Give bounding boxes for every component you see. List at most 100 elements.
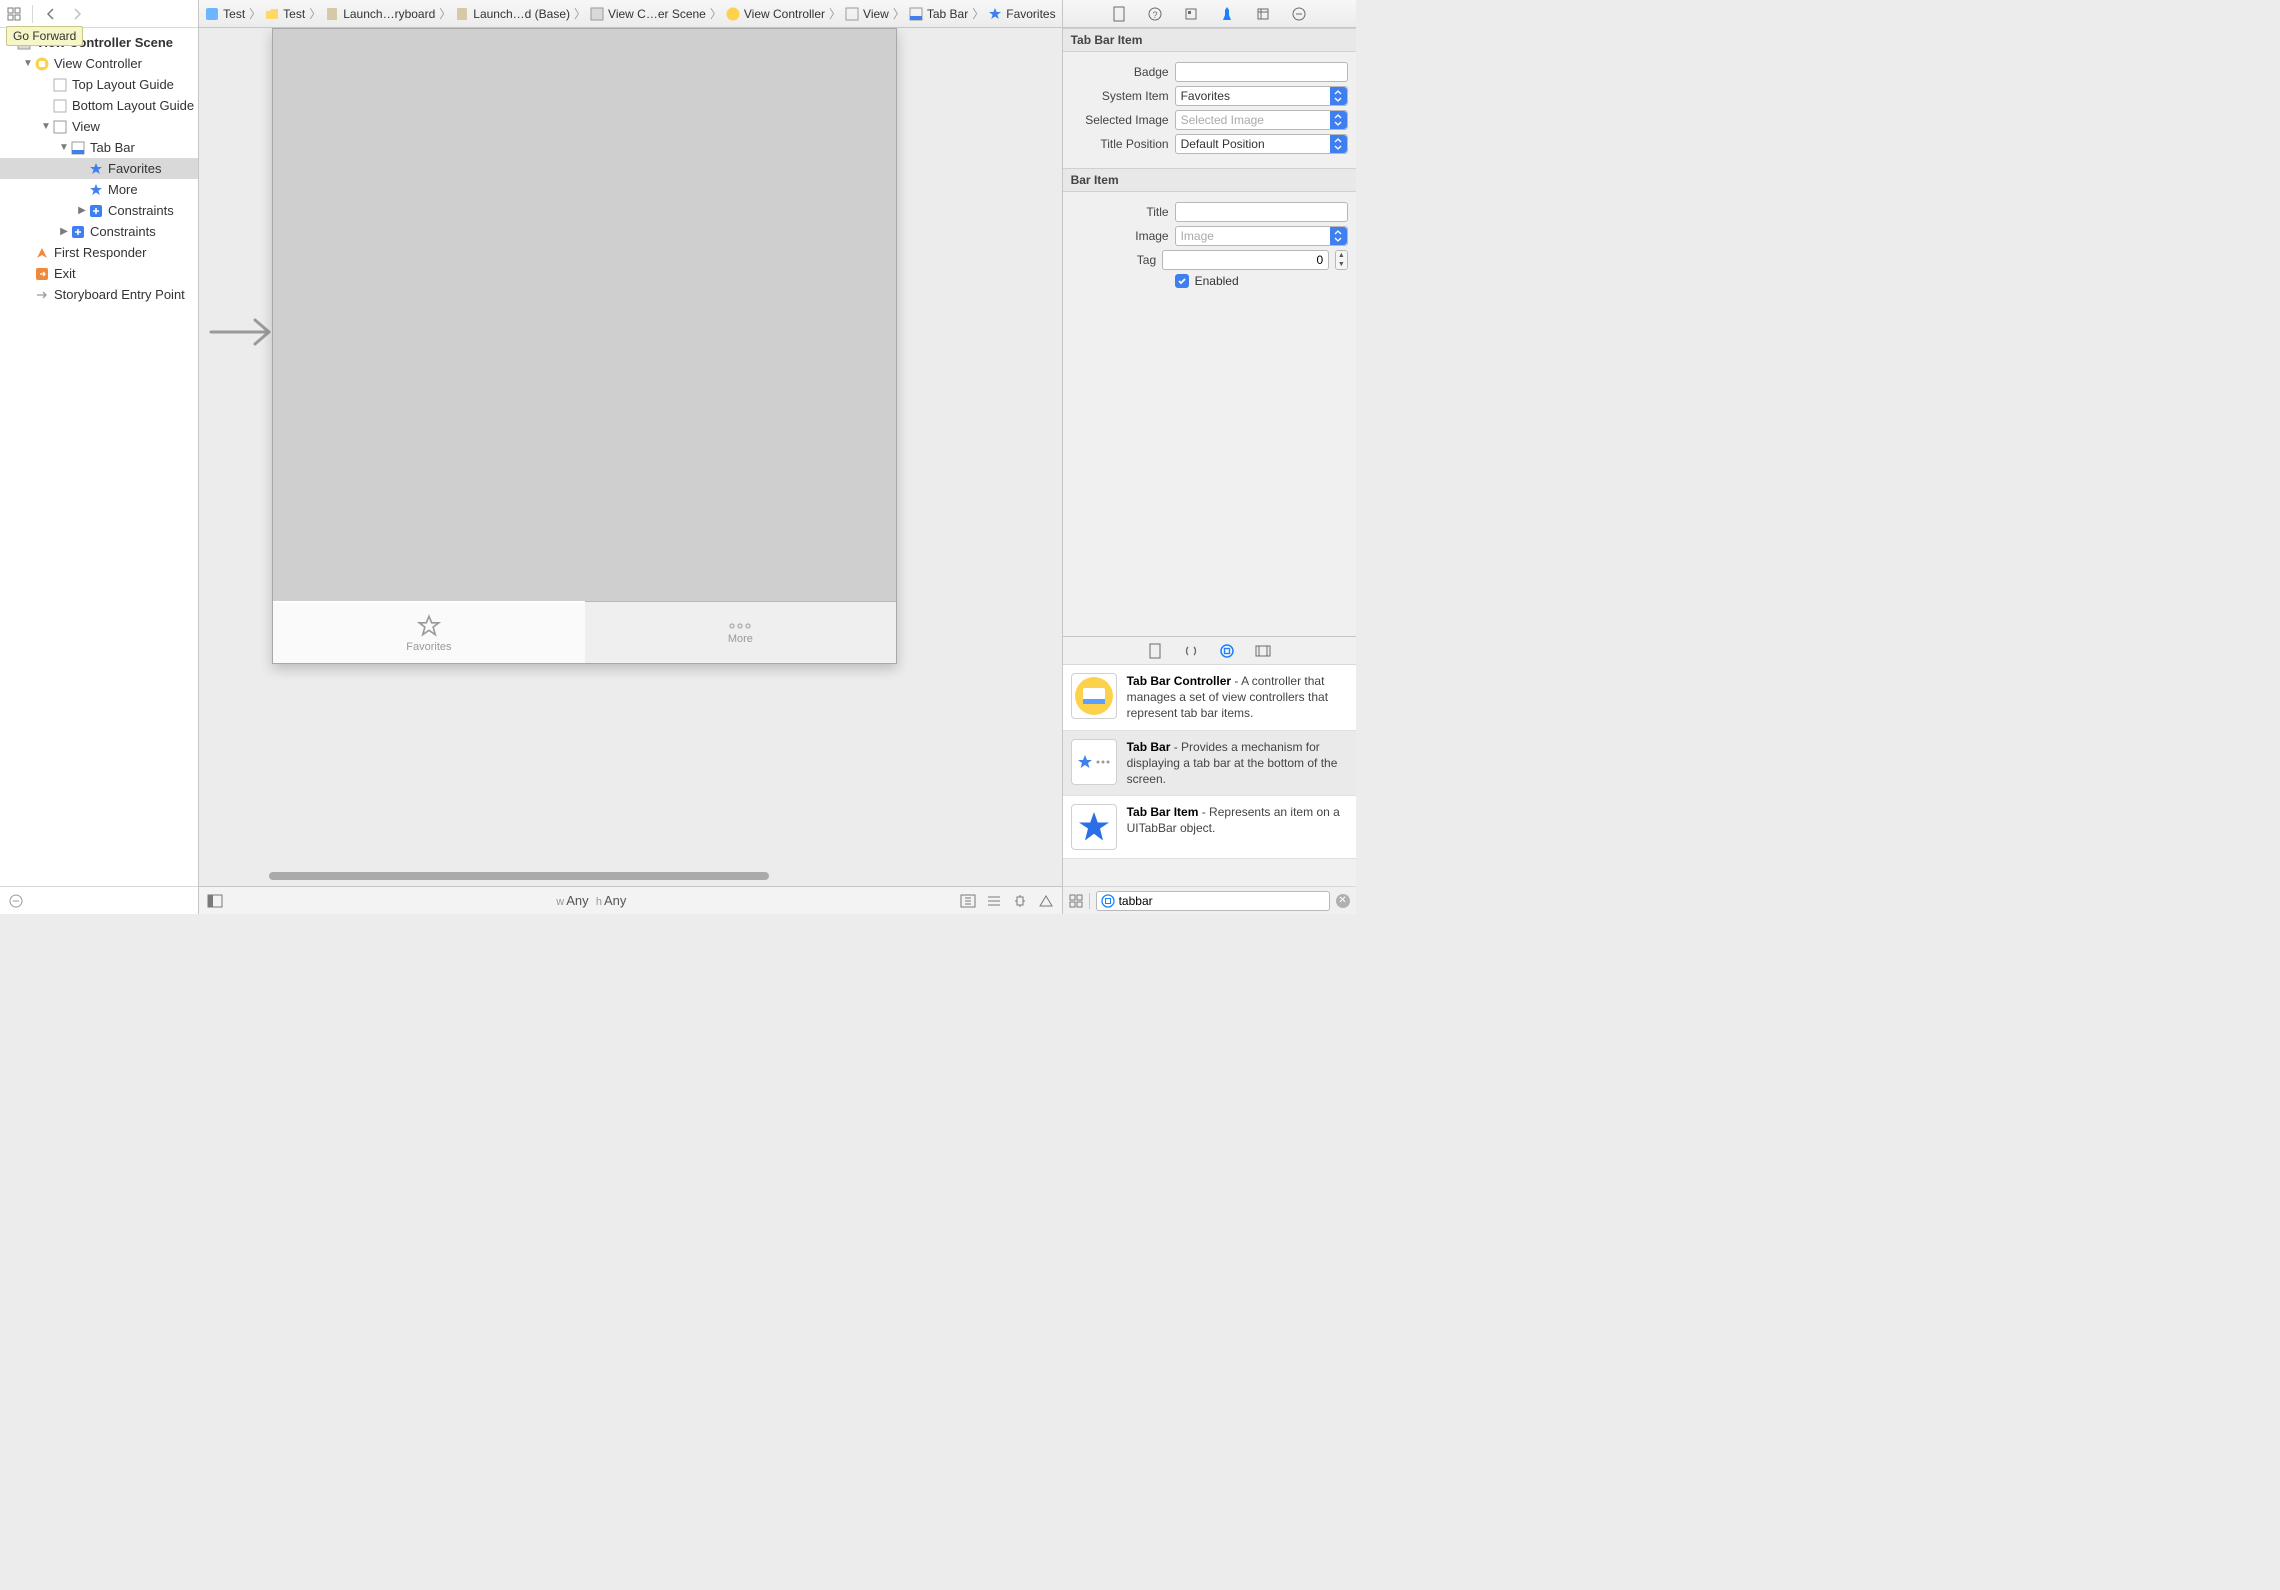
image-label: Image: [1071, 229, 1169, 243]
quick-help-tab-icon[interactable]: ?: [1146, 5, 1164, 23]
jump-crumb-scene[interactable]: View C…er Scene: [588, 7, 708, 21]
interface-builder-canvas[interactable]: Favorites More: [199, 28, 1061, 886]
tree-constraints-outer[interactable]: ▶ Constraints: [0, 221, 198, 242]
exit-icon: [34, 266, 50, 282]
tree-tab-bar[interactable]: ▼ Tab Bar: [0, 137, 198, 158]
tree-exit[interactable]: Exit: [0, 263, 198, 284]
system-item-select[interactable]: Favorites: [1175, 86, 1348, 106]
tab-bar-thumb-icon: [1071, 739, 1117, 785]
canvas-tab-more[interactable]: More: [585, 602, 897, 663]
clear-search-icon[interactable]: ✕: [1336, 894, 1350, 908]
svg-text:?: ?: [1153, 10, 1158, 20]
entry-arrow-icon: [209, 314, 275, 350]
canvas-tab-more-label: More: [728, 633, 753, 645]
tag-input[interactable]: [1162, 250, 1329, 270]
constraints-icon: [70, 224, 86, 240]
constraints-icon: [88, 203, 104, 219]
tree-constraints-inner[interactable]: ▶ Constraints: [0, 200, 198, 221]
object-library-icon[interactable]: [1218, 642, 1236, 660]
media-library-icon[interactable]: [1254, 642, 1272, 660]
tab-bar-item-section-header: Tab Bar Item: [1063, 28, 1356, 52]
tree-more[interactable]: More: [0, 179, 198, 200]
jump-crumb-favorites[interactable]: Favorites: [986, 7, 1057, 21]
tree-top-layout-guide[interactable]: Top Layout Guide: [0, 74, 198, 95]
title-position-label: Title Position: [1071, 137, 1169, 151]
jump-crumb-vc[interactable]: View Controller: [724, 7, 827, 21]
size-inspector-tab-icon[interactable]: [1254, 5, 1272, 23]
library-item-tab-bar-controller[interactable]: Tab Bar Controller - A controller that m…: [1063, 665, 1356, 731]
star-icon: [88, 161, 104, 177]
tooltip: Go Forward: [6, 26, 83, 46]
identity-inspector-tab-icon[interactable]: [1182, 5, 1200, 23]
toggle-outline-icon[interactable]: [207, 894, 223, 908]
pin-icon[interactable]: [1012, 894, 1028, 908]
library-search-input[interactable]: [1119, 894, 1325, 908]
tree-entry-point[interactable]: Storyboard Entry Point: [0, 284, 198, 305]
tag-stepper[interactable]: ▲▼: [1335, 250, 1347, 270]
enabled-checkbox[interactable]: [1175, 274, 1189, 288]
badge-input[interactable]: [1175, 62, 1348, 82]
layout-guide-icon: [52, 98, 68, 114]
horizontal-scrollbar[interactable]: [269, 872, 769, 880]
tree-view-controller[interactable]: ▼ View Controller: [0, 53, 198, 74]
selected-image-label: Selected Image: [1071, 113, 1169, 127]
image-select[interactable]: Image: [1175, 226, 1348, 246]
system-item-label: System Item: [1071, 89, 1169, 103]
inspector-tabs: ?: [1063, 0, 1356, 28]
navigator-panel: Go Forward ▼ View Controller Scene ▼ Vie…: [0, 0, 199, 914]
tab-bar-item-thumb-icon: [1071, 804, 1117, 850]
file-template-library-icon[interactable]: [1146, 642, 1164, 660]
title-position-select[interactable]: Default Position: [1175, 134, 1348, 154]
tree-favorites[interactable]: Favorites: [0, 158, 198, 179]
editor-footer: wAny hAny: [199, 886, 1061, 914]
entry-point-icon: [34, 287, 50, 303]
editor-area: Test〉 Test〉 Launch…ryboard〉 Launch…d (Ba…: [199, 0, 1062, 914]
jump-crumb-tabbar[interactable]: Tab Bar: [907, 7, 970, 21]
jump-crumb-test-project[interactable]: Test: [203, 7, 247, 21]
star-icon: [88, 182, 104, 198]
viewcontroller-icon: [34, 56, 50, 72]
size-class-control[interactable]: wAny hAny: [556, 893, 626, 908]
layout-guide-icon: [52, 77, 68, 93]
filter-icon[interactable]: [8, 893, 24, 909]
connections-inspector-tab-icon[interactable]: [1290, 5, 1308, 23]
canvas-tab-bar[interactable]: Favorites More: [273, 601, 896, 663]
go-forward-icon[interactable]: [69, 6, 85, 22]
library-item-tab-bar-item[interactable]: Tab Bar Item - Represents an item on a U…: [1063, 796, 1356, 859]
tree-bottom-layout-guide[interactable]: Bottom Layout Guide: [0, 95, 198, 116]
stack-icon[interactable]: [960, 894, 976, 908]
align-icon[interactable]: [986, 894, 1002, 908]
resolve-issues-icon[interactable]: [1038, 894, 1054, 908]
tree-first-responder[interactable]: First Responder: [0, 242, 198, 263]
search-scope-icon[interactable]: [1101, 894, 1115, 908]
more-dots-icon: [727, 621, 753, 631]
bar-item-section-header: Bar Item: [1063, 168, 1356, 192]
title-input[interactable]: [1175, 202, 1348, 222]
jump-crumb-test-folder[interactable]: Test: [263, 7, 307, 21]
jump-crumb-storyboard[interactable]: Launch…ryboard: [323, 7, 437, 21]
file-inspector-tab-icon[interactable]: [1110, 5, 1128, 23]
library-search[interactable]: [1096, 891, 1330, 911]
related-items-icon[interactable]: [6, 6, 22, 22]
go-back-icon[interactable]: [43, 6, 59, 22]
canvas-tab-favorites[interactable]: Favorites: [273, 601, 585, 663]
library-item-tab-bar[interactable]: Tab Bar - Provides a mechanism for displ…: [1063, 731, 1356, 797]
document-outline-tree[interactable]: ▼ View Controller Scene ▼ View Controlle…: [0, 28, 198, 886]
tabbar-icon: [70, 140, 86, 156]
badge-label: Badge: [1071, 65, 1169, 79]
selected-image-select[interactable]: Selected Image: [1175, 110, 1348, 130]
view-icon: [52, 119, 68, 135]
canvas-view-controller[interactable]: Favorites More: [272, 28, 897, 664]
title-label: Title: [1071, 205, 1169, 219]
jump-crumb-view[interactable]: View: [843, 7, 891, 21]
object-library: Tab Bar Controller - A controller that m…: [1063, 636, 1356, 914]
jump-bar[interactable]: Test〉 Test〉 Launch…ryboard〉 Launch…d (Ba…: [199, 0, 1061, 28]
jump-crumb-storyboard-base[interactable]: Launch…d (Base): [453, 7, 572, 21]
tree-view[interactable]: ▼ View: [0, 116, 198, 137]
star-outline-icon: [416, 613, 442, 639]
library-grid-view-icon[interactable]: [1069, 894, 1083, 908]
code-snippet-library-icon[interactable]: [1182, 642, 1200, 660]
enabled-label: Enabled: [1195, 274, 1239, 288]
attributes-inspector-tab-icon[interactable]: [1218, 5, 1236, 23]
first-responder-icon: [34, 245, 50, 261]
